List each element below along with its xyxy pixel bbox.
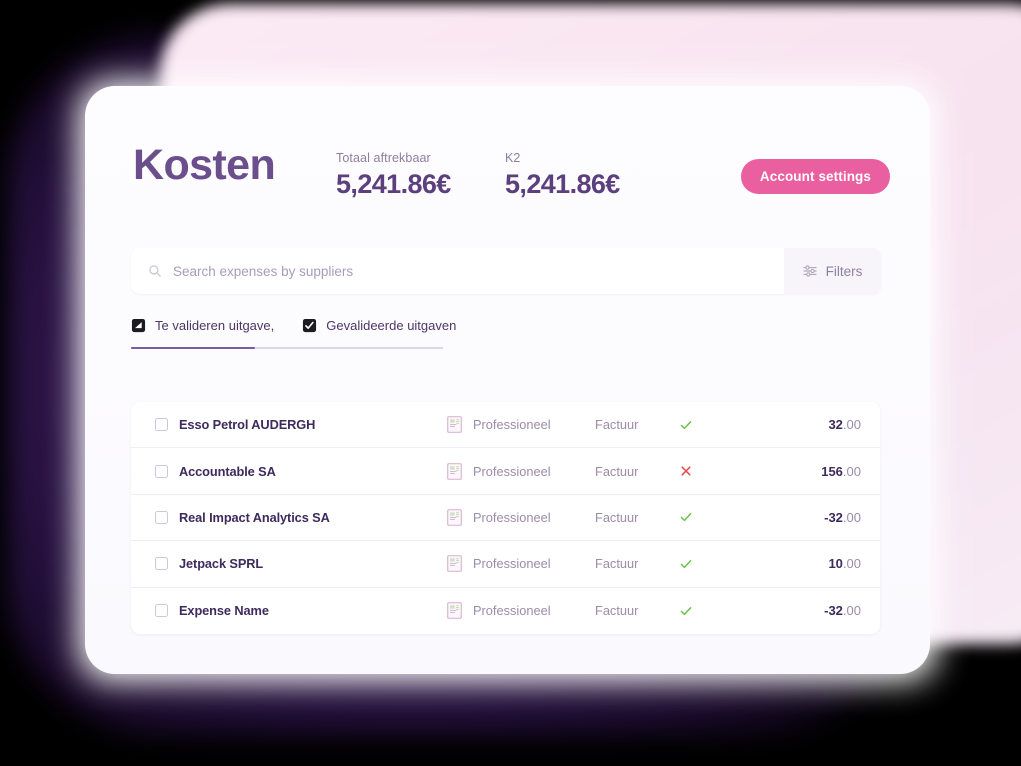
amount-cents: .00 [842,463,861,479]
search-box[interactable] [131,248,784,294]
table-row[interactable]: Esso Petrol AUDERGH Professioneel Factuu… [131,402,880,449]
account-settings-button[interactable]: Account settings [740,159,890,194]
expense-name: Accountable SA [179,463,276,479]
expense-type-cell: Professioneel [447,416,595,434]
search-icon [149,265,161,277]
expense-name: Esso Petrol AUDERGH [179,417,316,433]
amount-cents: .00 [842,417,861,433]
status-cell [679,510,745,524]
expense-type-label: Professioneel [473,417,551,433]
row-checkbox[interactable] [154,604,168,618]
filters-button[interactable]: Filters [784,248,881,294]
table-row[interactable]: Accountable SA Professioneel Factuur 156… [131,448,880,495]
amount-cell: 10.00 [745,556,861,571]
app-card: Kosten Totaal aftrekbaar 5,241.86€ K2 5,… [85,86,930,674]
status-cell [679,464,745,478]
document-type: Factuur [595,556,639,572]
expense-type-label: Professioneel [473,509,551,525]
check-icon [680,513,692,522]
receipt-icon [447,602,462,620]
receipt-icon [447,462,462,480]
amount-cell: -32.00 [745,603,861,618]
row-checkbox-cell [143,510,179,524]
expense-type-cell: Professioneel [447,555,595,573]
pending-square-icon [131,318,146,333]
header: Kosten Totaal aftrekbaar 5,241.86€ K2 5,… [133,141,890,211]
checked-square-icon [303,318,317,333]
tab-label: Gevalideerde uitgaven [326,318,457,333]
amount-main: 32 [828,417,843,433]
tab-label: Te valideren uitgave, [155,318,275,333]
amount-cell: -32.00 [745,510,861,525]
metric-k2: K2 5,241.86€ [505,150,620,200]
status-cell [679,557,745,571]
table-row[interactable]: Expense Name Professioneel Factuur -32.0… [131,588,880,634]
metric-value: 5,241.86€ [336,169,451,199]
page-title: Kosten [133,141,276,189]
amount-main: 10 [828,556,843,572]
table-row[interactable]: Jetpack SPRL Professioneel Factuur 10.00 [131,541,880,588]
amount-main: 156 [821,463,843,479]
row-checkbox-cell [143,464,179,478]
amount-cents: .00 [842,509,861,525]
tab-validated[interactable]: Gevalideerde uitgaven [302,318,456,333]
row-checkbox[interactable] [154,510,168,524]
check-icon [680,559,692,569]
amount-cell: 156.00 [745,464,861,479]
check-icon [680,606,692,615]
metric-total-deductible: Totaal aftrekbaar 5,241.86€ [336,150,451,200]
document-type: Factuur [595,463,639,479]
document-type: Factuur [595,603,639,619]
expenses-table: Esso Petrol AUDERGH Professioneel Factuu… [131,402,880,634]
metric-value: 5,241.86€ [505,169,620,199]
receipt-icon [447,555,462,573]
row-checkbox-cell [143,604,179,618]
check-icon [680,420,692,429]
receipt-icon [447,416,462,434]
filters-label: Filters [825,263,863,279]
expense-name: Expense Name [179,603,269,619]
row-checkbox[interactable] [154,418,168,432]
row-checkbox-cell [143,557,179,571]
receipt-icon [447,509,462,526]
document-type: Factuur [595,509,639,525]
row-checkbox[interactable] [154,464,168,478]
amount-main: -32 [824,509,843,525]
expense-type-label: Professioneel [473,463,551,479]
expense-type-label: Professioneel [473,603,551,619]
sliders-icon [803,265,817,277]
row-checkbox-cell [143,418,179,432]
amount-cents: .00 [842,556,861,572]
status-cell [679,418,745,432]
tab-strip: Te valideren uitgave, Gevalideerde uitga… [131,318,456,347]
tabs: Te valideren uitgave, Gevalideerde uitga… [131,318,456,349]
row-checkbox[interactable] [154,557,168,571]
table-row[interactable]: Real Impact Analytics SA Professioneel F… [131,495,880,542]
expense-type-cell: Professioneel [447,602,595,620]
expense-name: Jetpack SPRL [179,556,264,572]
amount-cell: 32.00 [745,417,861,432]
search-input[interactable] [173,263,784,279]
tab-to-validate[interactable]: Te valideren uitgave, [131,318,274,333]
metric-label: K2 [505,151,521,165]
cross-icon [681,466,691,476]
document-type: Factuur [595,417,639,433]
search-row: Filters [131,248,881,294]
tab-underline [131,347,443,349]
expense-type-cell: Professioneel [447,462,595,480]
amount-cents: .00 [842,603,861,619]
expense-type-label: Professioneel [473,556,551,572]
status-cell [679,604,745,618]
metric-label: Totaal aftrekbaar [336,151,431,165]
expense-name: Real Impact Analytics SA [179,509,330,525]
expense-type-cell: Professioneel [447,509,595,526]
amount-main: -32 [824,603,843,619]
